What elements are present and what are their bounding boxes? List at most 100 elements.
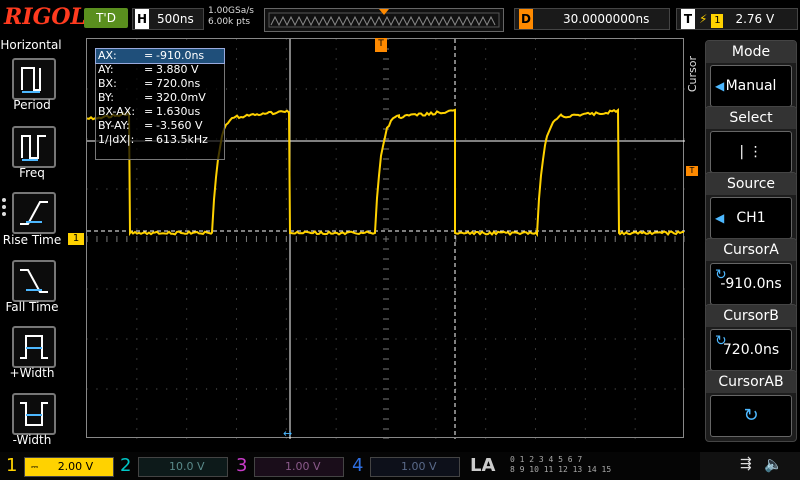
grid-dot <box>326 89 327 90</box>
grid-dot <box>136 399 137 400</box>
cursor-row: AY: = 3.880 V <box>96 63 224 77</box>
grid-dot <box>236 439 237 440</box>
grid-dot <box>405 139 406 140</box>
overview-trigger-marker <box>379 9 389 15</box>
grid-dot <box>236 289 237 290</box>
grid-dot <box>286 49 287 50</box>
grid-dot <box>655 189 656 190</box>
pos-width-button[interactable] <box>12 326 56 368</box>
grid-dot <box>435 389 436 390</box>
grid-dot <box>435 129 436 130</box>
grid-dot <box>535 109 536 110</box>
cursor-ab-softkey[interactable]: CursorAB ↻ <box>705 370 797 442</box>
grid-dot <box>286 379 287 380</box>
grid-dot <box>87 189 88 190</box>
grid-dot <box>246 289 247 290</box>
grid-dot <box>216 389 217 390</box>
grid-dot <box>675 189 676 190</box>
period-button[interactable] <box>12 58 56 100</box>
neg-width-icon <box>14 395 54 433</box>
grid-dot <box>635 409 636 410</box>
waveform-overview[interactable] <box>264 8 504 32</box>
grid-dot <box>236 189 237 190</box>
grid-dot <box>336 129 337 130</box>
grid-dot <box>585 379 586 380</box>
grid-dot <box>106 339 107 340</box>
grid-dot <box>585 59 586 60</box>
grid-dot <box>106 289 107 290</box>
source-softkey[interactable]: Source ◀ CH1 <box>705 172 797 244</box>
grid-dot <box>326 139 327 140</box>
select-value: | ⋮ <box>739 144 762 160</box>
grid-dot <box>395 139 396 140</box>
grid-dot <box>415 139 416 140</box>
grid-dot <box>585 139 586 140</box>
grid-dot <box>475 189 476 190</box>
grid-dot <box>485 169 486 170</box>
grid-dot <box>226 89 227 90</box>
grid-dot <box>286 229 287 230</box>
grid-dot <box>665 289 666 290</box>
grid-dot <box>515 189 516 190</box>
cursor-a-softkey[interactable]: CursorA ↻ -910.0ns <box>705 238 797 310</box>
grid-dot <box>475 289 476 290</box>
grid-dot <box>336 149 337 150</box>
ch3-number[interactable]: 3 <box>236 454 247 478</box>
grid-dot <box>405 289 406 290</box>
ch2-number[interactable]: 2 <box>120 454 131 478</box>
trigger-delay[interactable]: D 30.0000000ns <box>514 8 670 30</box>
mode-softkey[interactable]: Mode ◀ Manual <box>705 40 797 112</box>
grid-dot <box>296 189 297 190</box>
grid-dot <box>336 49 337 50</box>
freq-button[interactable] <box>12 126 56 168</box>
grid-dot <box>625 89 626 90</box>
grid-dot <box>395 389 396 390</box>
horizontal-timebase[interactable]: H 500ns <box>132 8 204 30</box>
grid-dot <box>316 189 317 190</box>
ch4-number[interactable]: 4 <box>352 454 363 478</box>
grid-dot <box>585 269 586 270</box>
grid-dot <box>425 389 426 390</box>
ch1-number[interactable]: 1 <box>6 454 17 478</box>
ch3-scale-box[interactable]: 1.00 V <box>254 457 344 477</box>
grid-dot <box>276 289 277 290</box>
rise-time-button[interactable] <box>12 192 56 234</box>
grid-dot <box>236 319 237 320</box>
grid-dot <box>296 139 297 140</box>
trigger-level-marker[interactable]: T <box>686 166 698 176</box>
fall-time-button[interactable] <box>12 260 56 302</box>
grid-dot <box>485 149 486 150</box>
grid-dot <box>286 389 287 390</box>
grid-dot <box>585 89 586 90</box>
grid-dot <box>435 369 436 370</box>
grid-dot <box>206 289 207 290</box>
grid-dot <box>366 189 367 190</box>
grid-dot <box>435 59 436 60</box>
grid-dot <box>505 139 506 140</box>
ch2-scale-box[interactable]: 10.0 V <box>138 457 228 477</box>
grid-dot <box>605 289 606 290</box>
grid-dot <box>415 189 416 190</box>
grid-dot <box>585 399 586 400</box>
grid-dot <box>595 139 596 140</box>
grid-dot <box>525 89 526 90</box>
grid-dot <box>585 259 586 260</box>
grid-dot <box>236 259 237 260</box>
grid-dot <box>635 129 636 130</box>
brand-logo: RIGOL <box>4 4 86 30</box>
cursor-b-softkey[interactable]: CursorB ↻ 720.0ns <box>705 304 797 376</box>
la-label[interactable]: LA <box>470 455 495 476</box>
trigger-settings[interactable]: T ⚡ 1 2.76 V <box>676 8 798 30</box>
trigger-position-marker[interactable]: T <box>375 38 387 52</box>
neg-width-button[interactable] <box>12 393 56 435</box>
ch1-offset-marker[interactable]: 1 <box>68 233 84 245</box>
grid-dot <box>405 189 406 190</box>
ch1-scale-box[interactable]: ⎓ 2.00 V <box>24 457 114 477</box>
grid-dot <box>87 339 88 340</box>
ch4-scale-box[interactable]: 1.00 V <box>370 457 460 477</box>
select-softkey[interactable]: Select | ⋮ <box>705 106 797 178</box>
grid-dot <box>635 389 636 390</box>
grid-dot <box>535 329 536 330</box>
grid-dot <box>286 139 287 140</box>
grid-dot <box>635 79 636 80</box>
